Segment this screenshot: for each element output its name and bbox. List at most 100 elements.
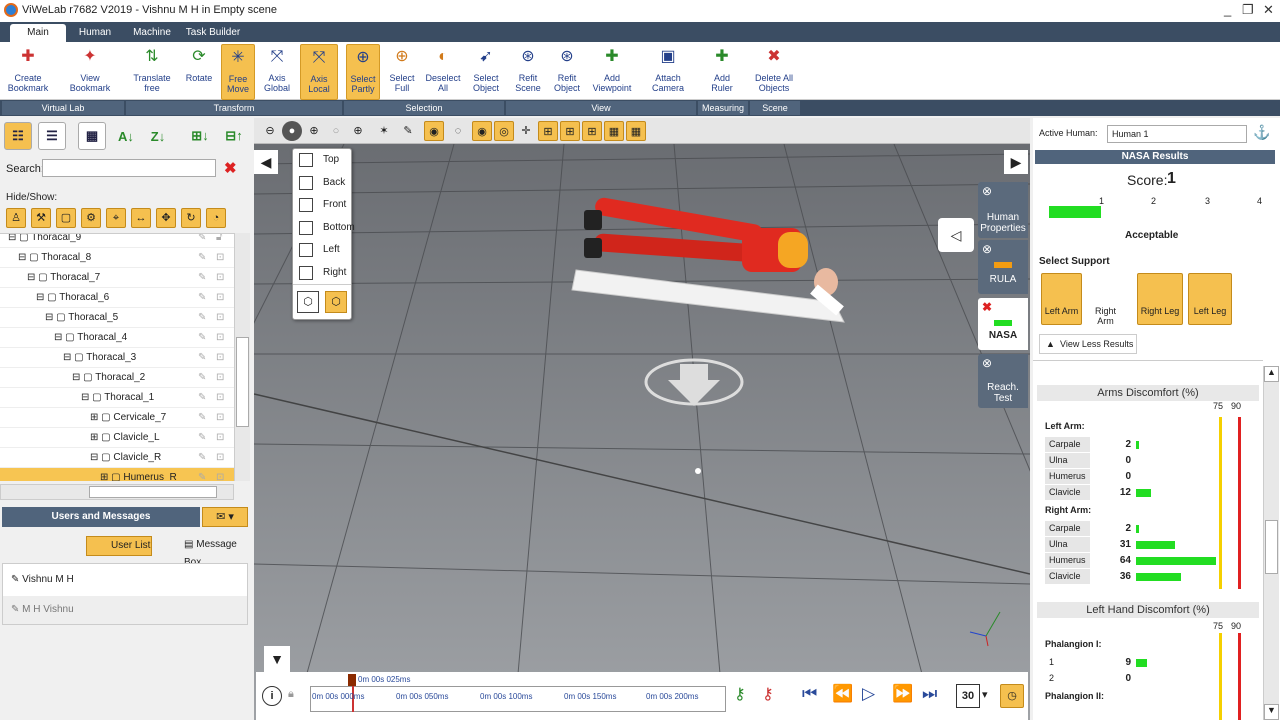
frame-count-box[interactable]: 30 bbox=[956, 684, 980, 708]
rotate-button[interactable]: ⟳ Rotate bbox=[177, 44, 221, 100]
select-partly-button[interactable]: ⊕ Select Partly bbox=[346, 44, 380, 100]
tool-visibility-icon[interactable]: ⚒ bbox=[31, 208, 51, 228]
info-icon[interactable]: i bbox=[262, 686, 282, 706]
tree-item[interactable]: ⊟ ▢ Thoracal_9 ✎ 🔓︎ bbox=[0, 234, 234, 248]
view-right[interactable]: Right bbox=[293, 262, 351, 285]
support-left-leg[interactable]: Left Leg bbox=[1188, 273, 1232, 325]
tree-item[interactable]: ⊟ ▢ Thoracal_7 ✎ ⊡ bbox=[0, 268, 234, 288]
collapse-all-icon[interactable]: ⊟↑ bbox=[220, 122, 248, 150]
machine-visibility-icon[interactable]: ⚙ bbox=[81, 208, 101, 228]
tree-view-icon[interactable]: ☷ bbox=[4, 122, 32, 150]
free-move-button[interactable]: ✳ Free Move bbox=[221, 44, 255, 100]
search-input[interactable] bbox=[42, 159, 216, 177]
view-less-results-button[interactable]: ▲ View Less Results bbox=[1039, 334, 1137, 354]
results-scrollbar[interactable]: ▲ ▼ bbox=[1263, 366, 1279, 720]
view-bottom[interactable]: Bottom bbox=[293, 217, 355, 240]
close-icon[interactable]: ✕ bbox=[1263, 2, 1274, 18]
active-human-select[interactable]: Human 1 bbox=[1107, 125, 1247, 143]
support-left-arm[interactable]: Left Arm bbox=[1041, 273, 1082, 325]
perspective-cube-icon[interactable]: ⬡ bbox=[297, 291, 319, 313]
snap-2-icon[interactable]: ⊞ bbox=[560, 121, 580, 141]
record-clock-icon[interactable]: ◷ bbox=[1000, 684, 1024, 708]
ruler-visibility-icon[interactable]: ↔ bbox=[131, 208, 151, 228]
tree-horizontal-scrollbar[interactable] bbox=[0, 484, 234, 500]
view-bookmark-button[interactable]: ✦ View Bookmark bbox=[68, 44, 112, 100]
attach-camera-button[interactable]: ▣ Attach Camera bbox=[646, 44, 690, 100]
lock-icon[interactable]: 🔒︎ bbox=[288, 688, 294, 701]
solid-icon[interactable]: ● bbox=[282, 121, 302, 141]
tree-item[interactable]: ⊞ ▢ Clavicle_L ✎ ⊡ bbox=[0, 428, 234, 448]
frame-dropdown-icon[interactable]: ▾ bbox=[982, 688, 988, 701]
refit-object-button[interactable]: ⊛ Refit Object bbox=[548, 44, 586, 100]
tab-task-builder[interactable]: Task Builder bbox=[184, 24, 242, 42]
view-hide-icon[interactable]: ◌ bbox=[448, 121, 468, 141]
next-frame-icon[interactable]: ⏩ bbox=[892, 684, 913, 704]
3d-viewport[interactable]: ⊖ ● ⊕ ○ ⊕ ✶ ✎ ◉ ◌ ◉ ◎ ✛ ⊞ ⊞ ⊞ ▦ ▦ ◀ ▶ ▼ … bbox=[254, 118, 1030, 720]
nasa-tab[interactable]: ✖ NASA bbox=[978, 298, 1028, 350]
pick-tool-icon[interactable]: ✎ bbox=[398, 121, 418, 141]
tree-vertical-scrollbar[interactable] bbox=[234, 233, 250, 481]
select-full-button[interactable]: ⊕ Select Full bbox=[383, 44, 421, 100]
move-visibility-icon[interactable]: ✥ bbox=[156, 208, 176, 228]
calendar-sort-icon[interactable]: ▦ bbox=[78, 122, 106, 150]
human-visibility-icon[interactable]: ♙ bbox=[6, 208, 26, 228]
reach-visibility-icon[interactable]: ◔ bbox=[206, 208, 226, 228]
sort-za-icon[interactable]: Z↓ bbox=[144, 122, 172, 150]
reach-test-tab[interactable]: ⊗ Reach. Test bbox=[978, 354, 1028, 408]
tree-item[interactable]: ⊟ ▢ Thoracal_6 ✎ ⊡ bbox=[0, 288, 234, 308]
tree-item[interactable]: ⊟ ▢ Thoracal_8 ✎ ⊡ bbox=[0, 248, 234, 268]
support-right-leg[interactable]: Right Leg bbox=[1137, 273, 1183, 325]
sort-az-icon[interactable]: A↓ bbox=[112, 122, 140, 150]
ortho-cube-icon[interactable]: ⬡ bbox=[325, 291, 347, 313]
grid-icon[interactable]: ▦ bbox=[604, 121, 624, 141]
tree-item[interactable]: ⊟ ▢ Thoracal_4 ✎ ⊡ bbox=[0, 328, 234, 348]
comment-icon[interactable]: ◁ bbox=[938, 218, 974, 252]
view-left[interactable]: Left bbox=[293, 239, 351, 262]
list-view-icon[interactable]: ☰ bbox=[38, 122, 66, 150]
visibility-toggle-icon[interactable]: ◉ bbox=[424, 121, 444, 141]
last-frame-icon[interactable]: ⏭ bbox=[922, 684, 937, 704]
messages-dropdown-button[interactable]: ✉ ▾ bbox=[202, 507, 248, 527]
flat-icon[interactable]: ○ bbox=[326, 121, 346, 141]
clear-search-icon[interactable]: ✖ bbox=[224, 159, 237, 177]
viewpoint-visibility-icon[interactable]: ⌖ bbox=[106, 208, 126, 228]
expand-all-icon[interactable]: ⊞↓ bbox=[186, 122, 214, 150]
user-list-button[interactable]: User List bbox=[86, 536, 152, 556]
user-item[interactable]: ✎ M H Vishnu bbox=[3, 596, 247, 624]
tree-item-selected[interactable]: ⊞ ▢ Humerus_R ✎ ⊡ bbox=[0, 468, 234, 481]
view-back[interactable]: Back bbox=[293, 172, 351, 195]
grid-2-icon[interactable]: ▦ bbox=[626, 121, 646, 141]
deselect-all-button[interactable]: ◐ Deselect All bbox=[422, 44, 464, 100]
refit-scene-button[interactable]: ⊛ Refit Scene bbox=[510, 44, 546, 100]
wireframe-icon[interactable]: ⊖ bbox=[260, 121, 280, 141]
view-mode-icon[interactable]: ◎ bbox=[494, 121, 514, 141]
collapse-left-icon[interactable]: ◀ bbox=[254, 150, 278, 174]
view-toggle-icon[interactable]: ◉ bbox=[472, 121, 492, 141]
create-bookmark-button[interactable]: ✚ Create Bookmark bbox=[6, 44, 50, 100]
tab-human[interactable]: Human bbox=[72, 24, 118, 42]
tree-item[interactable]: ⊟ ▢ Thoracal_5 ✎ ⊡ bbox=[0, 308, 234, 328]
rotation-visibility-icon[interactable]: ↻ bbox=[181, 208, 201, 228]
tab-machine[interactable]: Machine bbox=[126, 24, 178, 42]
collapse-bottom-icon[interactable]: ▼ bbox=[264, 646, 290, 672]
add-keyframe-icon[interactable]: ⚷ bbox=[734, 684, 746, 704]
prev-frame-icon[interactable]: ⏪ bbox=[832, 684, 853, 704]
grid-sphere-icon[interactable]: ⊕ bbox=[348, 121, 368, 141]
human-properties-tab[interactable]: ⊗ Human Properties bbox=[978, 182, 1028, 238]
axis-local-button[interactable]: ⤧ Axis Local bbox=[300, 44, 338, 100]
timeline-handle[interactable] bbox=[348, 674, 356, 686]
first-frame-icon[interactable]: ⏮ bbox=[802, 684, 817, 704]
translate-free-button[interactable]: ⇅ Translate free bbox=[130, 44, 174, 100]
axis-global-button[interactable]: ⤧ Axis Global bbox=[257, 44, 297, 100]
shaded-icon[interactable]: ⊕ bbox=[304, 121, 324, 141]
anchor-icon[interactable]: ⚓ bbox=[1251, 124, 1273, 144]
tab-main[interactable]: Main bbox=[10, 24, 66, 42]
select-object-button[interactable]: ➹ Select Object bbox=[466, 44, 506, 100]
add-ruler-button[interactable]: ✚ Add Ruler bbox=[700, 44, 744, 100]
message-box-button[interactable]: ▤ Message Box bbox=[160, 536, 244, 568]
view-front[interactable]: Front bbox=[293, 194, 351, 217]
delete-all-objects-button[interactable]: ✖ Delete All Objects bbox=[750, 44, 798, 100]
add-viewpoint-button[interactable]: ✚ Add Viewpoint bbox=[590, 44, 634, 100]
center-icon[interactable]: ✛ bbox=[516, 121, 536, 141]
user-item[interactable]: ✎ Vishnu M H bbox=[3, 564, 247, 596]
